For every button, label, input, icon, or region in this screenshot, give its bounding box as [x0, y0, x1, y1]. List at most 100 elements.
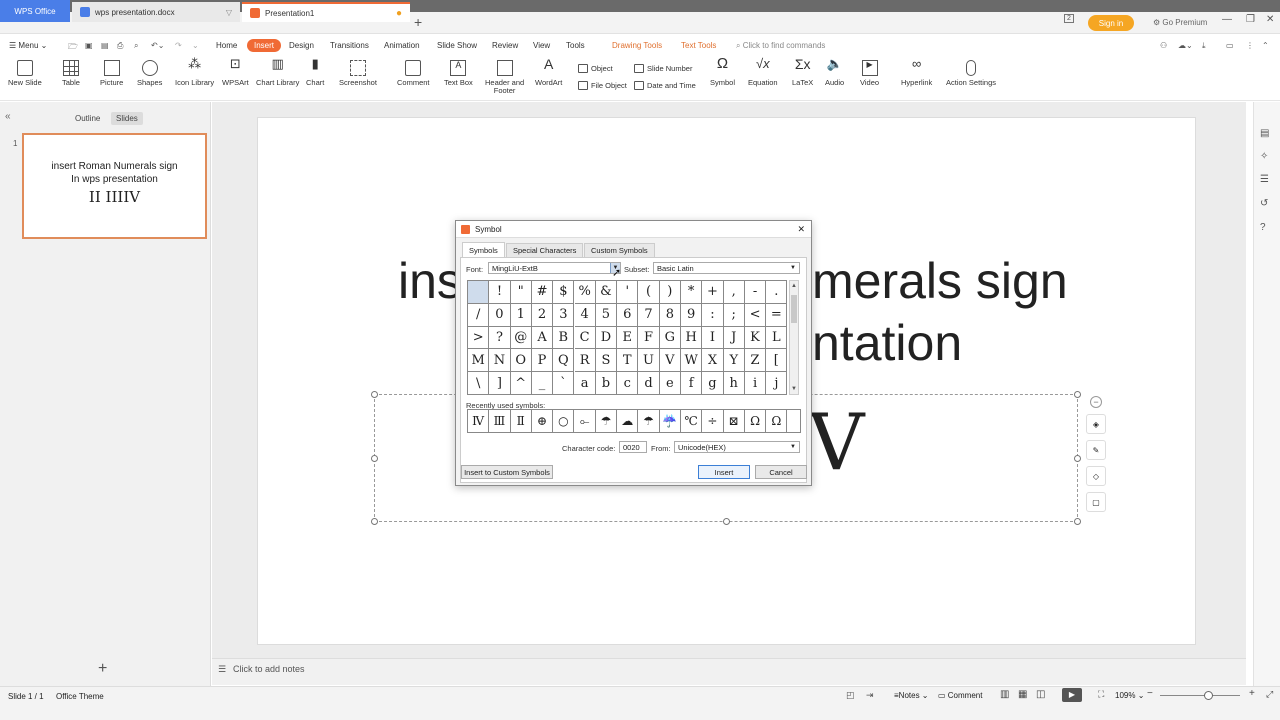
symbol-cell[interactable]: i [744, 372, 767, 394]
recent-symbol-cell[interactable]: ⊕ [532, 410, 554, 432]
recent-symbol-cell[interactable]: ⟜ [575, 410, 596, 432]
symbol-cell[interactable]: V [659, 349, 681, 373]
resize-handle[interactable] [371, 518, 378, 525]
symbol-cell[interactable]: h [723, 372, 745, 394]
menu-button[interactable]: ☰ Menu ⌄ [9, 41, 47, 50]
minimize-icon[interactable]: — [1222, 14, 1232, 25]
symbol-cell[interactable]: T [617, 349, 639, 373]
symbol-cell[interactable]: 5 [595, 303, 618, 327]
symbol-cell[interactable]: ' [617, 281, 639, 304]
audio-button[interactable]: 🔈 Audio [825, 57, 844, 87]
symbol-cell[interactable]: P [531, 349, 554, 373]
recent-symbol-cell[interactable]: ☔ [660, 410, 681, 432]
slide-title-line1-left[interactable]: ins [398, 252, 462, 310]
collapse-ribbon-icon[interactable]: ⌃ [1262, 41, 1269, 50]
slide-title-line1-right[interactable]: merals sign [812, 252, 1068, 310]
fill-icon[interactable]: ◇ [1086, 466, 1106, 486]
symbol-cell[interactable]: : [702, 303, 724, 327]
symbol-cell[interactable]: e [659, 372, 681, 394]
comment-button[interactable]: Comment [397, 60, 430, 87]
header-footer-button[interactable]: Header and Footer [485, 60, 524, 95]
slide-roman-numerals[interactable]: V [808, 398, 864, 488]
menu-transitions[interactable]: Transitions [330, 41, 369, 50]
notes-toggle[interactable]: ≡Notes ⌄ [894, 691, 929, 700]
symbol-cell[interactable]: G [659, 326, 681, 350]
symbol-cell[interactable]: = [766, 304, 786, 327]
symbol-cell[interactable]: c [617, 372, 639, 394]
resize-handle[interactable] [1074, 518, 1081, 525]
play-slideshow-button[interactable]: ▶ [1062, 688, 1082, 702]
pen-icon[interactable]: ✎ [1086, 440, 1106, 460]
symbol-cell[interactable]: R [574, 349, 596, 373]
insert-custom-button[interactable]: Insert to Custom Symbols [461, 465, 553, 479]
object-button[interactable]: Object [578, 64, 613, 73]
collapse-pane-icon[interactable]: « [5, 111, 11, 122]
symbol-cell[interactable]: % [574, 281, 596, 304]
resize-handle[interactable] [1074, 391, 1081, 398]
symbol-cell[interactable]: ] [489, 372, 511, 394]
tab-presentation[interactable]: Presentation1 ● [242, 2, 410, 22]
symbol-cell[interactable]: ? [489, 326, 511, 350]
symbol-cell[interactable]: B [553, 326, 575, 350]
menu-home[interactable]: Home [216, 41, 237, 50]
tab-wps-office[interactable]: WPS Office [0, 0, 70, 22]
symbol-cell[interactable]: + [702, 281, 724, 304]
more-icon[interactable]: ⋮ [1246, 41, 1254, 50]
video-button[interactable]: ▶ Video [860, 60, 879, 87]
collapse-toolbar-icon[interactable]: − [1090, 396, 1102, 408]
help-icon[interactable]: ? [1260, 222, 1266, 233]
multi-window-icon[interactable]: 2 [1064, 14, 1074, 23]
picture-button[interactable]: Picture [100, 60, 123, 87]
tab-symbols[interactable]: Symbols [462, 242, 505, 257]
menu-review[interactable]: Review [492, 41, 518, 50]
zoom-level[interactable]: 109% ⌄ [1115, 691, 1144, 700]
notes-toggle-icon[interactable]: ⇥ [866, 690, 874, 701]
recent-symbol-cell[interactable]: ÷ [702, 410, 724, 432]
symbol-cell[interactable]: f [681, 372, 703, 394]
symbol-cell[interactable]: ` [553, 372, 575, 394]
scroll-thumb[interactable] [791, 295, 797, 323]
comment-panel-icon[interactable]: ▭ [1226, 41, 1234, 50]
symbol-cell[interactable]: , [723, 281, 745, 304]
new-tab-icon[interactable]: + [414, 14, 422, 30]
layers-icon[interactable]: ◈ [1086, 414, 1106, 434]
go-premium-link[interactable]: ⚙ Go Premium [1153, 18, 1207, 27]
symbol-cell[interactable]: W [681, 349, 703, 373]
symbol-cell[interactable]: g [702, 372, 724, 394]
zoom-out-icon[interactable]: − [1147, 688, 1153, 699]
symbol-cell[interactable]: * [681, 281, 703, 304]
recent-symbol-cell[interactable]: ☂ [596, 410, 618, 432]
add-slide-button[interactable]: + [98, 660, 107, 678]
recent-symbol-cell[interactable]: ☁ [617, 410, 639, 432]
grid-scrollbar[interactable]: ▲ ▼ [789, 280, 799, 395]
slide-number-button[interactable]: Slide Number [634, 64, 692, 73]
symbol-cell[interactable]: ( [638, 281, 660, 304]
zoom-in-icon[interactable]: + [1249, 688, 1255, 699]
symbol-cell[interactable]: C [574, 326, 596, 350]
symbol-cell[interactable]: 3 [553, 303, 575, 327]
menu-view[interactable]: View [533, 41, 550, 50]
new-slide-button[interactable]: New Slide [8, 60, 42, 87]
symbol-cell[interactable]: ^ [510, 372, 532, 394]
scroll-down-icon[interactable]: ▼ [791, 386, 797, 392]
download-icon[interactable]: ⤓ [1202, 41, 1206, 51]
chart-button[interactable]: ▮ Chart [306, 57, 324, 87]
zoom-slider-thumb[interactable] [1204, 691, 1213, 700]
symbol-cell[interactable]: 8 [659, 303, 681, 327]
symbol-cell[interactable]: < [744, 303, 767, 327]
print-preview-icon[interactable]: ⌕ [134, 41, 138, 51]
menu-drawing-tools[interactable]: Drawing Tools [612, 41, 662, 50]
font-select[interactable]: MingLiU-ExtB ▼ [488, 262, 621, 274]
slide-title-line2-right[interactable]: ntation [812, 314, 962, 372]
symbol-cell[interactable]: a [574, 372, 596, 394]
symbol-cell[interactable]: > [468, 326, 490, 350]
char-code-input[interactable]: 0020 [619, 441, 647, 453]
menu-design[interactable]: Design [289, 41, 314, 50]
symbol-cell[interactable]: j [766, 372, 786, 394]
symbol-cell[interactable]: L [766, 327, 786, 350]
share-icon[interactable]: ⚇ [1160, 41, 1167, 50]
symbol-cell[interactable]: d [638, 372, 660, 394]
tab-outline[interactable]: Outline [70, 112, 105, 125]
symbol-cell[interactable]: U [638, 349, 660, 373]
comment-toggle[interactable]: ▭ Comment [938, 691, 982, 700]
